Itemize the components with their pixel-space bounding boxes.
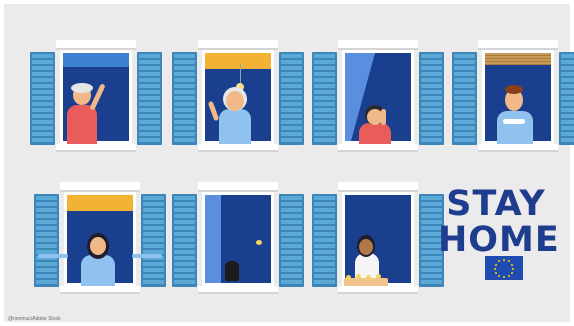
window-lintel: [198, 182, 278, 190]
shutter-left: [172, 194, 197, 287]
window-sill: [338, 144, 418, 150]
window-sill: [60, 286, 140, 292]
image-credit: @nenmuc/Adobe Stock: [8, 316, 61, 322]
window-elderly-woman: [172, 40, 304, 158]
window-pane: [342, 192, 414, 287]
window-cat-bird: [172, 182, 304, 300]
shutter-left: [452, 52, 477, 145]
shutter-left: [312, 52, 337, 145]
shutter-right: [141, 194, 166, 287]
window-lintel: [56, 40, 136, 48]
window-woman-watering: [312, 182, 444, 300]
window-sill: [478, 144, 558, 150]
window-pane: [482, 50, 554, 145]
window-lintel: [60, 182, 140, 190]
shutter-right: [279, 194, 304, 287]
roller-blind: [67, 195, 133, 211]
shutter-left: [312, 194, 337, 287]
window-lintel: [198, 40, 278, 48]
window-pane: [60, 50, 132, 145]
window-girl-drinking: [312, 40, 444, 158]
headline-line-2: HOME: [438, 220, 560, 260]
window-sill: [56, 144, 136, 150]
roller-blind: [205, 53, 271, 69]
shutter-right: [137, 52, 162, 145]
shutter-left: [30, 52, 55, 145]
window-woman-arms-open: [34, 182, 166, 300]
window-pane: [202, 50, 274, 145]
shutter-right: [419, 52, 444, 145]
window-sill: [338, 286, 418, 292]
shutter-left: [34, 194, 59, 287]
slat-blind: [485, 53, 551, 65]
window-pane: [202, 192, 274, 286]
window-sill: [198, 144, 278, 150]
window-elderly-man: [30, 40, 162, 158]
headline-line-1: STAY: [446, 184, 546, 224]
window-sill: [198, 286, 278, 292]
window-lintel: [338, 40, 418, 48]
window-man-cup: [452, 40, 574, 158]
window-lintel: [338, 182, 418, 190]
roller-blind: [63, 53, 129, 67]
window-lintel: [478, 40, 558, 48]
eu-flag-icon: [485, 256, 523, 280]
bird-icon: [256, 240, 262, 245]
window-pane: [342, 50, 414, 145]
window-pane: [64, 192, 136, 287]
headline: STAY HOME: [438, 184, 560, 260]
shutter-left: [172, 52, 197, 145]
curtain: [205, 195, 221, 283]
shutter-right: [279, 52, 304, 145]
shutter-right: [559, 52, 574, 145]
